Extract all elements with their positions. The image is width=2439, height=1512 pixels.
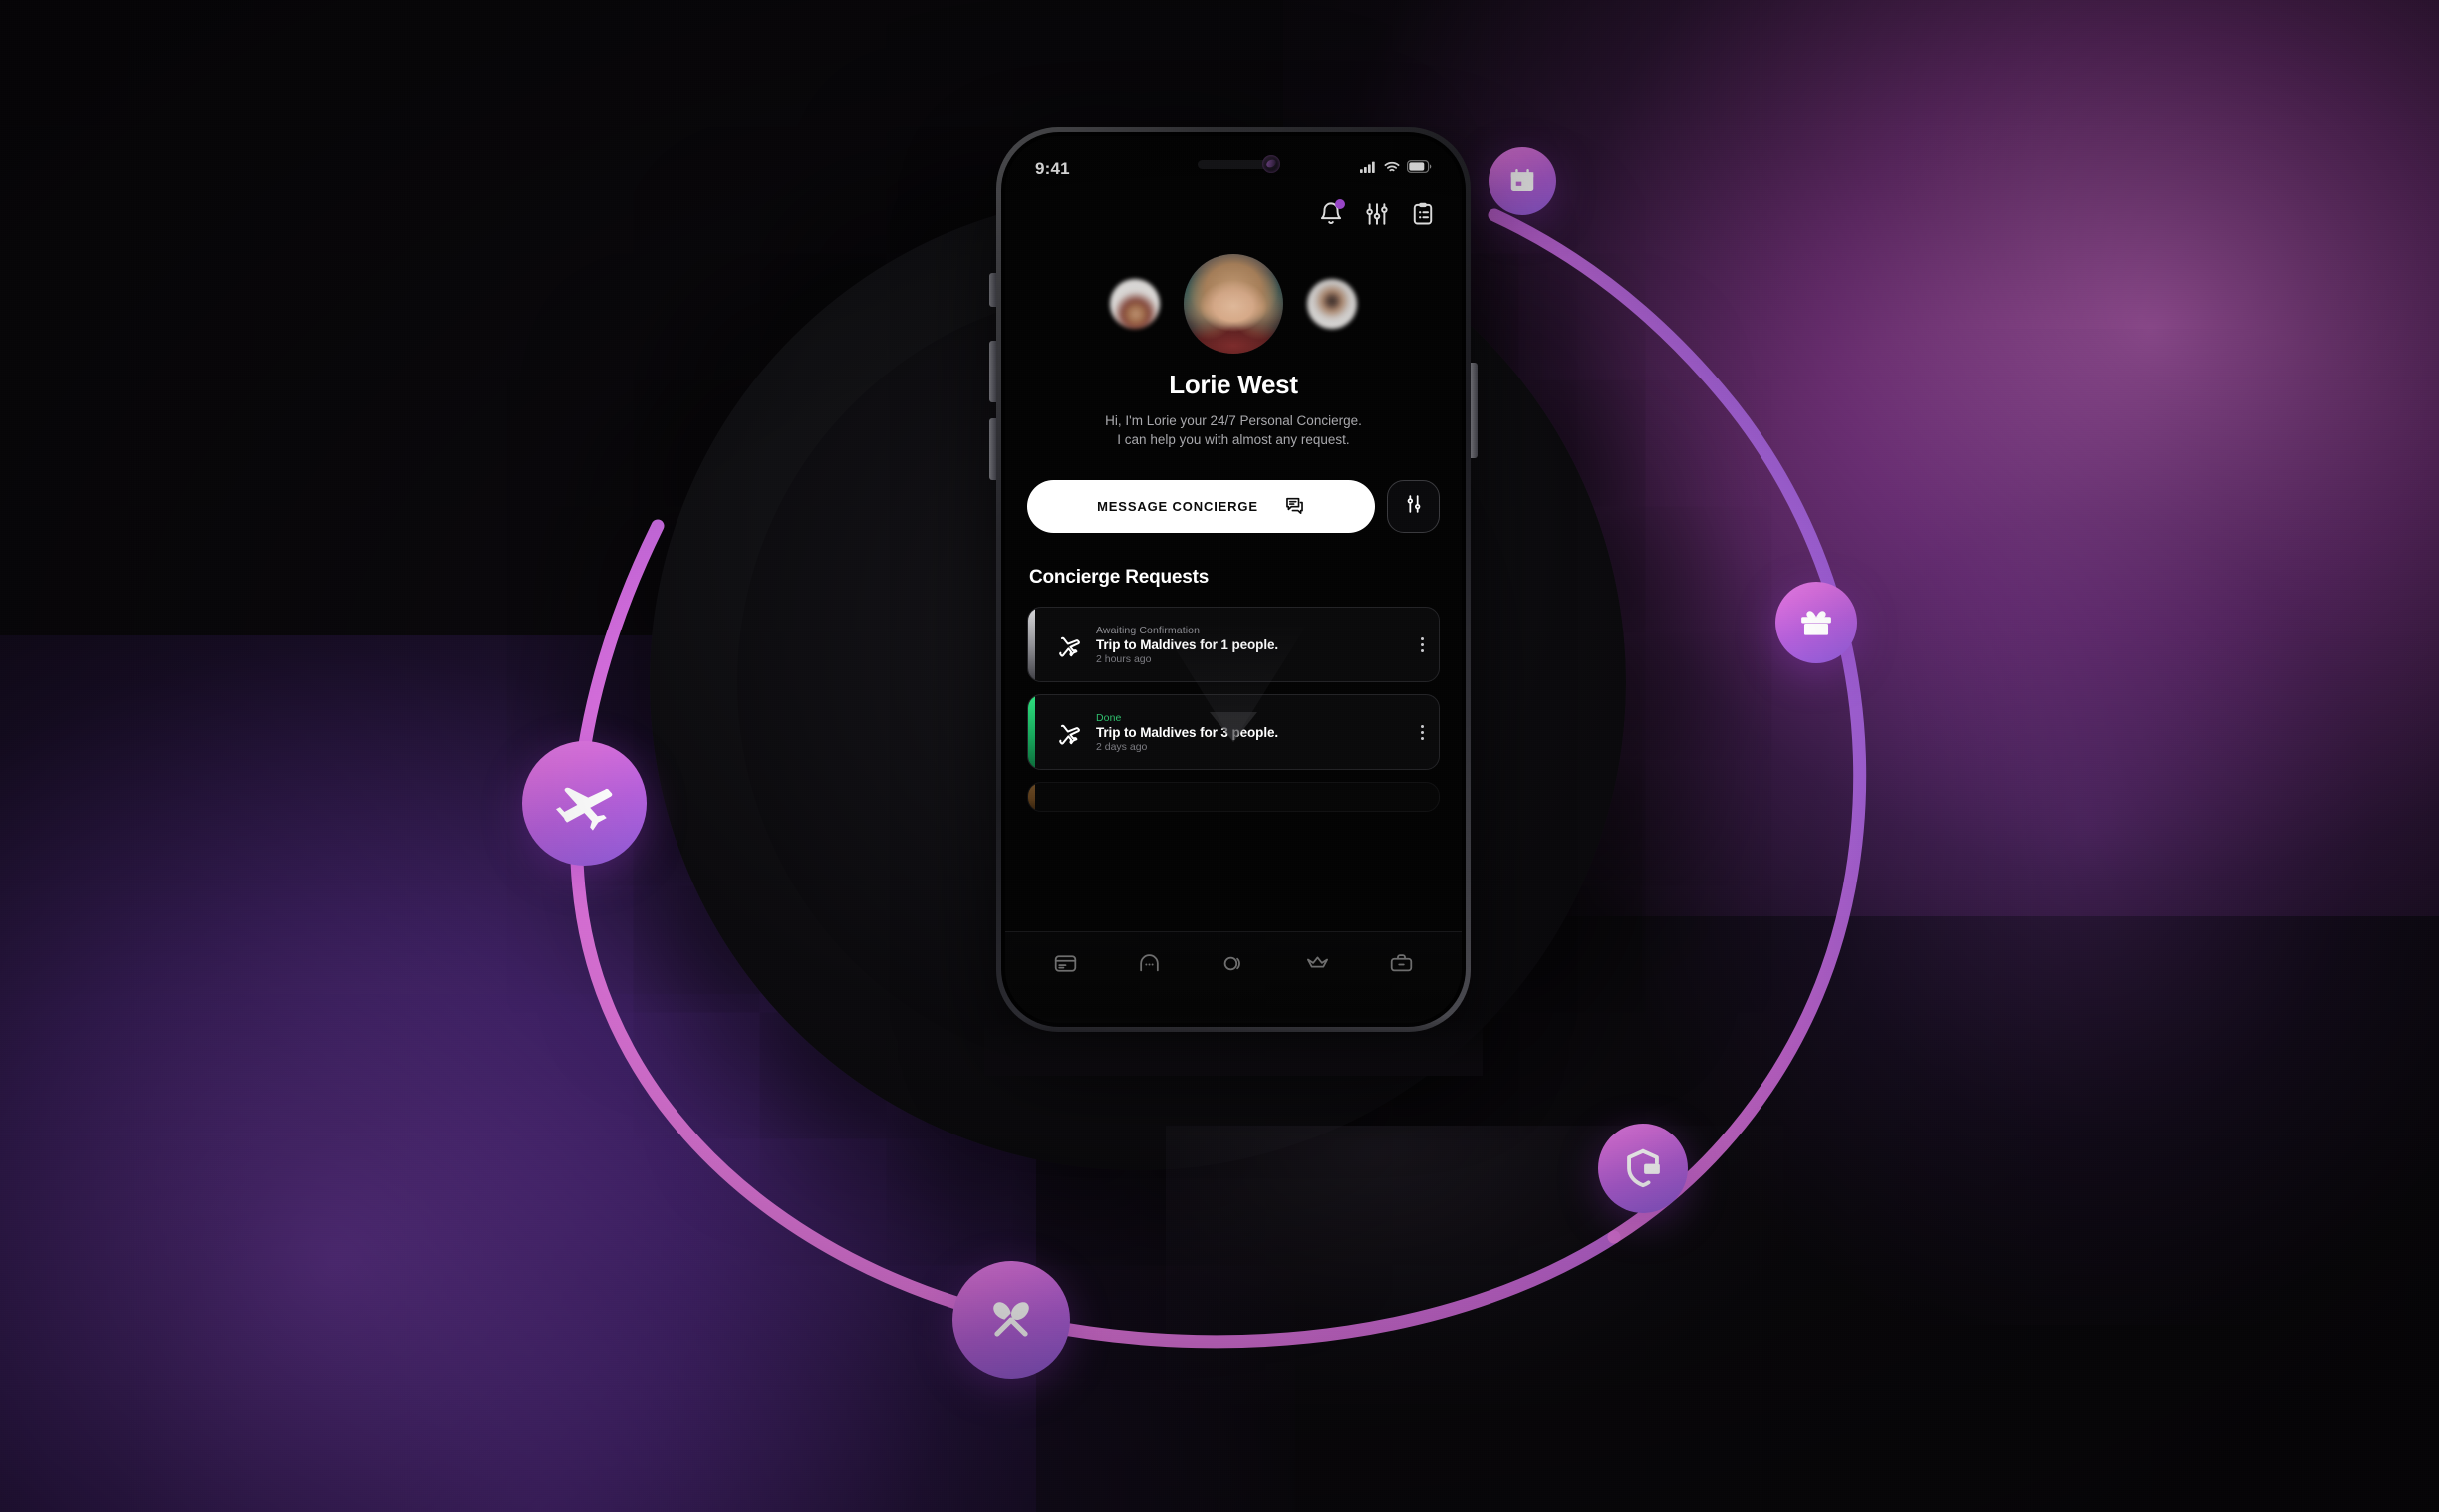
tab-chat[interactable] bbox=[1127, 946, 1173, 986]
calendar-icon bbox=[1507, 166, 1537, 196]
knife-spoon-icon bbox=[983, 1292, 1039, 1348]
circle-icon bbox=[1220, 951, 1245, 981]
card-icon bbox=[1053, 951, 1078, 981]
phone-power-button[interactable] bbox=[1471, 363, 1478, 458]
tab-rewards[interactable] bbox=[1294, 946, 1340, 986]
phone-mute-switch[interactable] bbox=[989, 273, 996, 307]
avatar-main[interactable] bbox=[1184, 254, 1283, 354]
phone-mockup: 9:41 Lorie West Hi, I'm Lorie your 24/7 … bbox=[989, 127, 1478, 1032]
more-vertical-icon[interactable] bbox=[1405, 724, 1439, 740]
page-title: Lorie West bbox=[1169, 370, 1298, 399]
sliders-icon bbox=[1403, 493, 1425, 520]
tab-services[interactable] bbox=[1379, 946, 1425, 986]
status-accent-bar bbox=[1028, 695, 1035, 769]
tab-home[interactable] bbox=[1211, 946, 1256, 986]
table-row[interactable] bbox=[1027, 782, 1440, 812]
status-accent-bar bbox=[1028, 608, 1035, 681]
shield-bubble[interactable] bbox=[1598, 1124, 1688, 1213]
table-row[interactable]: Awaiting Confirmation Trip to Maldives f… bbox=[1027, 607, 1440, 682]
travel-bubble[interactable] bbox=[522, 741, 647, 866]
clipboard-icon[interactable] bbox=[1410, 201, 1436, 227]
phone-screen: 9:41 Lorie West Hi, I'm Lorie your 24/7 … bbox=[1005, 136, 1462, 1023]
message-concierge-label: MESSAGE CONCIERGE bbox=[1097, 499, 1258, 514]
briefcase-icon bbox=[1389, 951, 1414, 981]
avatar-right[interactable] bbox=[1307, 279, 1357, 329]
status-bar-time: 9:41 bbox=[1035, 159, 1070, 178]
chat-face-icon bbox=[1137, 951, 1162, 981]
sliders-icon[interactable] bbox=[1364, 201, 1390, 227]
airplane-icon bbox=[554, 773, 616, 835]
bell-icon[interactable] bbox=[1318, 199, 1345, 227]
profile-bio: Hi, I'm Lorie your 24/7 Personal Concier… bbox=[1035, 411, 1432, 449]
notification-badge-dot bbox=[1335, 199, 1345, 209]
airplane-icon bbox=[1048, 632, 1090, 657]
bottom-tab-bar bbox=[1005, 931, 1462, 1023]
request-timestamp: 2 days ago bbox=[1096, 740, 1148, 753]
dining-bubble[interactable] bbox=[952, 1261, 1070, 1379]
profile-bio-line-2: I can help you with almost any request. bbox=[1117, 432, 1350, 447]
app-header bbox=[1005, 192, 1462, 236]
status-badge: Awaiting Confirmation bbox=[1096, 624, 1201, 636]
status-accent-bar bbox=[1028, 783, 1035, 811]
request-title: Trip to Maldives for 1 people. bbox=[1096, 636, 1279, 652]
cellular-signal-icon bbox=[1360, 160, 1377, 178]
glow-right bbox=[1642, 329, 2439, 1325]
concierge-request-list: Awaiting Confirmation Trip to Maldives f… bbox=[1027, 607, 1440, 812]
airplane-icon bbox=[1048, 720, 1090, 745]
wifi-icon bbox=[1384, 160, 1400, 178]
scroll-down-arrow bbox=[1210, 712, 1257, 742]
calendar-bubble[interactable] bbox=[1489, 147, 1556, 215]
cta-row: MESSAGE CONCIERGE bbox=[1027, 480, 1440, 533]
battery-icon bbox=[1407, 160, 1432, 178]
avatar-main-image bbox=[1184, 254, 1283, 354]
status-bar: 9:41 bbox=[1005, 156, 1462, 182]
message-concierge-button[interactable]: MESSAGE CONCIERGE bbox=[1027, 480, 1375, 533]
tab-card[interactable] bbox=[1042, 946, 1088, 986]
phone-volume-up-button[interactable] bbox=[989, 341, 996, 402]
avatar-left[interactable] bbox=[1110, 279, 1160, 329]
preferences-button[interactable] bbox=[1387, 480, 1440, 533]
more-vertical-icon[interactable] bbox=[1405, 636, 1439, 652]
crown-icon bbox=[1305, 951, 1330, 981]
avatar-row bbox=[1005, 246, 1462, 362]
status-bar-indicators bbox=[1360, 160, 1432, 178]
gift-icon bbox=[1797, 604, 1835, 641]
phone-bezel: 9:41 Lorie West Hi, I'm Lorie your 24/7 … bbox=[1001, 132, 1466, 1027]
gift-bubble[interactable] bbox=[1775, 582, 1857, 663]
backdrop-disc-shadow bbox=[1166, 1126, 1783, 1404]
chat-bubble-icon bbox=[1284, 495, 1305, 519]
profile-bio-line-1: Hi, I'm Lorie your 24/7 Personal Concier… bbox=[1105, 413, 1362, 428]
hero-stage: 9:41 Lorie West Hi, I'm Lorie your 24/7 … bbox=[0, 0, 2439, 1512]
shield-card-icon bbox=[1621, 1146, 1665, 1190]
request-body: Awaiting Confirmation Trip to Maldives f… bbox=[1090, 625, 1405, 665]
request-timestamp: 2 hours ago bbox=[1096, 652, 1152, 665]
section-title-concierge-requests: Concierge Requests bbox=[1029, 567, 1210, 588]
phone-volume-down-button[interactable] bbox=[989, 418, 996, 480]
